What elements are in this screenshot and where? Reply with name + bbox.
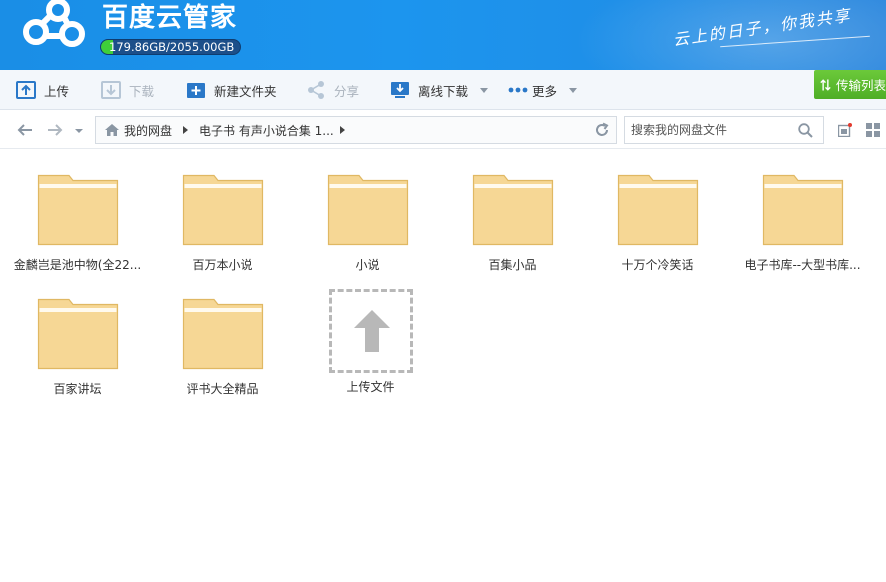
upload-dropzone[interactable] [328,289,413,373]
app-header: 百度云管家 179.86GB/2055.00GB 云上的日子，你我共享 [0,0,886,70]
upload-file-label: 上传文件 [346,380,395,394]
download-label: 下载 [129,83,155,99]
folder-name: 百家讲坛 [53,382,102,396]
main-toolbar: 上传 下载 新建文件夹 分享 离线下载 更多 [0,70,886,110]
download-icon [101,81,121,99]
offline-download-button[interactable]: 离线下载 [390,70,489,110]
forward-arrow-icon[interactable] [46,121,64,139]
breadcrumb-item-my-disk[interactable]: 我的网盘 [124,122,172,139]
refresh-icon[interactable] [594,122,610,138]
upload-label: 上传 [44,83,70,99]
breadcrumb-separator-icon[interactable] [339,126,345,134]
folder-icon [37,298,118,370]
history-dropdown-icon[interactable] [74,126,84,136]
folder-name: 十万个冷笑话 [621,258,694,272]
search-box [624,116,824,144]
new-folder-button[interactable]: 新建文件夹 [186,70,277,110]
home-icon[interactable] [104,123,120,137]
address-bar: 我的网盘 电子书 有声小说合集 1... [0,111,886,149]
folder-icon [182,298,263,370]
folder-name: 金麟岂是池中物(全22... [13,258,142,272]
share-icon [308,81,324,99]
folder-name: 百集小品 [488,258,537,272]
upload-file-tile[interactable]: 上传文件 [298,289,443,399]
folder-name: 小说 [355,258,380,272]
folder-item[interactable]: 小说 [295,172,440,282]
list-view-icon[interactable] [838,123,852,137]
chevron-down-icon [480,87,489,93]
back-arrow-icon[interactable] [16,121,34,139]
download-button[interactable]: 下载 [101,70,154,110]
new-folder-label: 新建文件夹 [214,83,277,99]
folder-icon [327,174,408,246]
upload-button[interactable]: 上传 [16,70,69,110]
transfer-arrows-icon [820,78,831,91]
upload-icon [16,81,36,99]
folder-icon [762,174,843,246]
folder-item[interactable]: 百万本小说 [150,172,295,282]
grid-view-icon[interactable] [866,123,880,137]
folder-item[interactable]: 评书大全精品 [150,296,295,406]
transfer-list-button[interactable]: 传输列表 [814,70,886,99]
breadcrumb-separator-icon[interactable] [183,126,189,134]
more-button[interactable]: 更多 [508,70,578,110]
new-folder-icon [187,83,205,98]
search-input[interactable] [631,121,791,139]
upload-arrow-icon [353,310,390,352]
folder-item[interactable]: 电子书库--大型书库... [730,172,875,282]
app-title: 百度云管家 [102,3,238,33]
folder-icon [182,174,263,246]
folder-icon [37,174,118,246]
share-label: 分享 [334,83,360,99]
offline-download-label: 离线下载 [418,83,469,99]
baidu-cloud-logo-icon [23,0,85,47]
folder-icon [617,174,698,246]
transfer-list-label: 传输列表 [835,78,886,93]
breadcrumb-item-current[interactable]: 电子书 有声小说合集 1... [199,122,334,139]
chevron-down-icon [569,87,578,93]
offline-download-icon [391,82,409,98]
folder-item[interactable]: 百集小品 [440,172,585,282]
folder-name: 评书大全精品 [186,382,259,396]
storage-quota-bar: 179.86GB/2055.00GB [100,39,241,55]
folder-item[interactable]: 百家讲坛 [5,296,150,406]
folder-icon [472,174,553,246]
share-button[interactable]: 分享 [306,70,359,110]
folder-name: 百万本小说 [192,258,253,272]
more-dots-icon [508,87,528,93]
more-label: 更多 [532,83,558,99]
folder-name: 电子书库--大型书库... [744,258,861,272]
folder-item[interactable]: 十万个冷笑话 [585,172,730,282]
folder-item[interactable]: 金麟岂是池中物(全22... [5,172,150,282]
storage-quota-text: 179.86GB/2055.00GB [109,40,235,54]
breadcrumb: 我的网盘 电子书 有声小说合集 1... [95,116,617,144]
search-icon[interactable] [798,123,813,138]
